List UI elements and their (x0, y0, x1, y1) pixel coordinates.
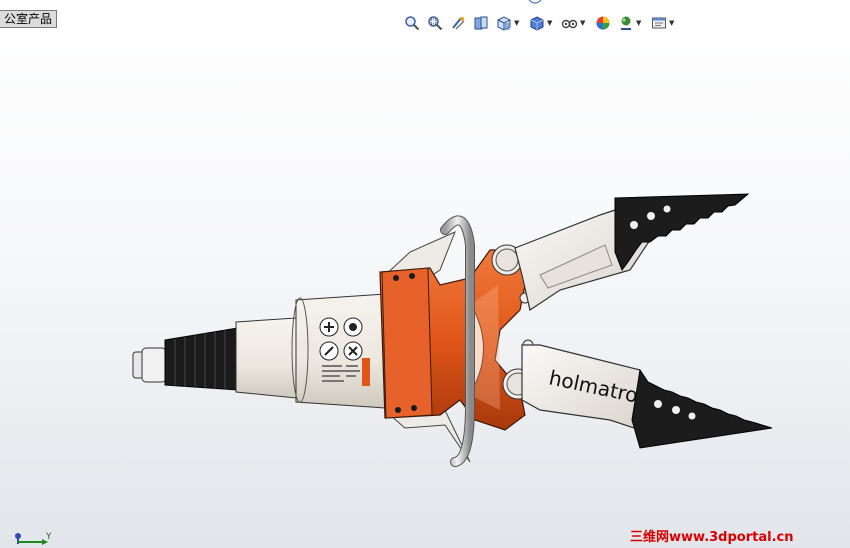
graphics-area[interactable]: holmatro (0, 0, 850, 548)
rescue-tool-model[interactable]: holmatro (132, 193, 773, 467)
site-watermark: 三维网www.3dportal.cn (630, 530, 794, 545)
axis-label-y: Y (46, 532, 52, 542)
